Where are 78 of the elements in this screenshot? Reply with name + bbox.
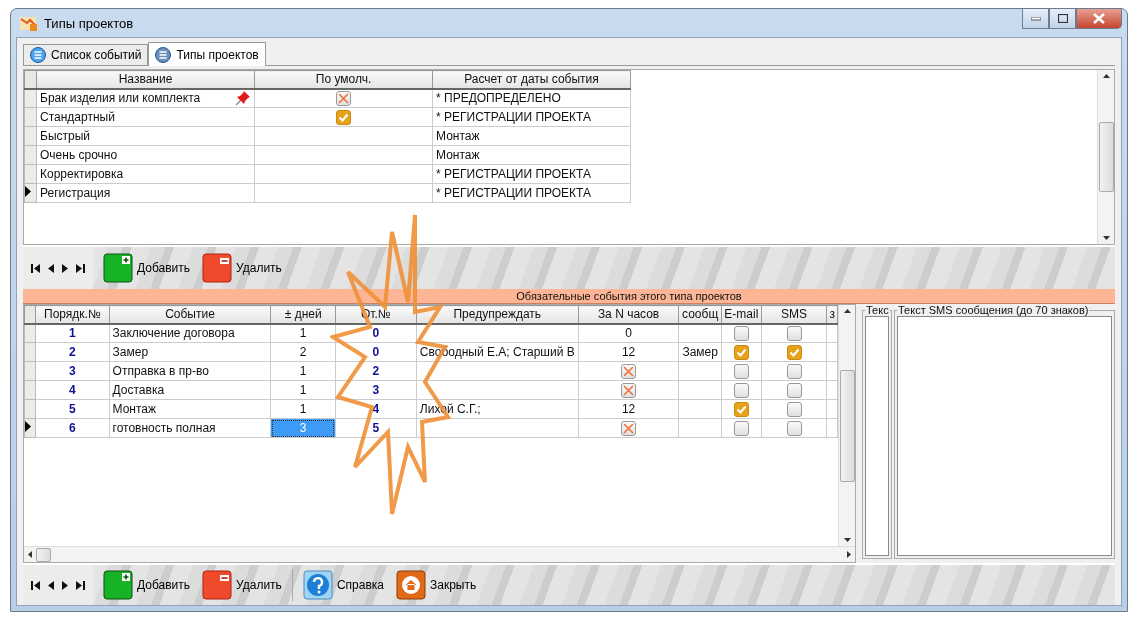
column-header[interactable]: По умолч.: [254, 70, 433, 89]
scroll-down-icon[interactable]: [843, 538, 851, 542]
column-header[interactable]: Порядк.№: [35, 305, 110, 324]
last-record-icon[interactable]: [75, 580, 85, 590]
scroll-down-icon[interactable]: [1102, 236, 1110, 240]
checkbox[interactable]: [733, 401, 749, 417]
table-cell: Брак изделия или комплекта: [40, 91, 201, 106]
scroll-up-icon[interactable]: [843, 309, 851, 313]
window-title: Типы проектов: [44, 15, 135, 31]
column-header[interactable]: Название: [36, 70, 255, 89]
column-header[interactable]: з: [826, 305, 838, 324]
minimize-icon: [1030, 16, 1041, 21]
column-header[interactable]: Расчет от даты события: [432, 70, 631, 89]
column-header[interactable]: Событие: [109, 305, 271, 324]
checkbox[interactable]: [786, 420, 802, 436]
tab[interactable]: Типы проектов: [148, 42, 266, 66]
delete-button[interactable]: Удалить: [200, 253, 284, 283]
add-icon: [103, 253, 133, 283]
tab[interactable]: Список событий: [23, 44, 149, 65]
checkbox[interactable]: [733, 382, 749, 398]
table-cell: Быстрый: [40, 129, 90, 143]
delete-icon: [202, 253, 233, 283]
current-row-icon: [25, 186, 31, 197]
previous-record-icon[interactable]: [47, 263, 55, 273]
column-header[interactable]: За N часов: [578, 305, 679, 324]
checkbox[interactable]: [733, 325, 749, 341]
column-header[interactable]: SMS: [761, 305, 827, 324]
checkbox[interactable]: [336, 109, 351, 125]
table-cell: Регистрация: [40, 186, 111, 200]
scroll-left-icon[interactable]: [28, 551, 32, 558]
column-header[interactable]: Предупреждать: [416, 305, 579, 324]
table-cell: Очень срочно: [40, 148, 118, 162]
scroll-up-icon[interactable]: [1102, 74, 1110, 78]
checkbox[interactable]: [786, 344, 802, 360]
checkbox[interactable]: [786, 363, 802, 379]
checkbox[interactable]: [786, 325, 802, 341]
current-row-icon: [25, 421, 31, 432]
next-record-icon[interactable]: [61, 263, 69, 273]
last-record-icon[interactable]: [75, 263, 85, 273]
text-area[interactable]: [865, 316, 889, 556]
horizontal-scrollbar[interactable]: [24, 546, 855, 562]
delete-icon: [202, 570, 233, 600]
delete-button[interactable]: Удалить: [200, 570, 284, 600]
maximize-button[interactable]: [1049, 9, 1076, 29]
table-cell: Стандартный: [40, 110, 115, 124]
scroll-thumb[interactable]: [36, 547, 51, 562]
app-icon: [20, 15, 38, 31]
close-icon: [1093, 13, 1105, 24]
checkbox[interactable]: [786, 401, 802, 417]
add-icon: [103, 570, 133, 600]
list-icon: [30, 47, 46, 63]
first-record-icon[interactable]: [31, 580, 41, 590]
column-header[interactable]: E-mail: [721, 305, 762, 324]
group-title: Текст SMS сообщения (до 70 знаков): [897, 305, 1090, 316]
first-record-icon[interactable]: [31, 263, 41, 273]
checkbox[interactable]: [733, 363, 749, 379]
checkbox[interactable]: [733, 344, 749, 360]
minimize-button[interactable]: [1022, 9, 1049, 29]
add-button[interactable]: Добавить: [101, 570, 193, 600]
scroll-right-icon[interactable]: [847, 551, 851, 558]
close-button[interactable]: Закрыть: [393, 570, 479, 600]
section-header: Обязательные события этого типа проектов: [23, 289, 1115, 304]
vertical-scrollbar[interactable]: [838, 305, 855, 546]
close-button[interactable]: [1076, 9, 1122, 29]
help-button[interactable]: Справка: [300, 570, 386, 600]
help-icon: [302, 570, 333, 600]
column-header[interactable]: ± дней: [270, 305, 336, 324]
next-record-icon[interactable]: [61, 580, 69, 590]
vertical-scrollbar[interactable]: [1097, 70, 1114, 244]
column-header[interactable]: сообщ: [678, 305, 722, 324]
home-icon: [395, 570, 426, 600]
previous-record-icon[interactable]: [47, 580, 55, 590]
group-title: Текс: [865, 305, 890, 316]
checkbox[interactable]: [786, 382, 802, 398]
add-button[interactable]: Добавить: [101, 253, 193, 283]
table-cell: Корректировка: [40, 167, 124, 181]
maximize-icon: [1057, 14, 1068, 23]
checkbox[interactable]: [733, 420, 749, 436]
